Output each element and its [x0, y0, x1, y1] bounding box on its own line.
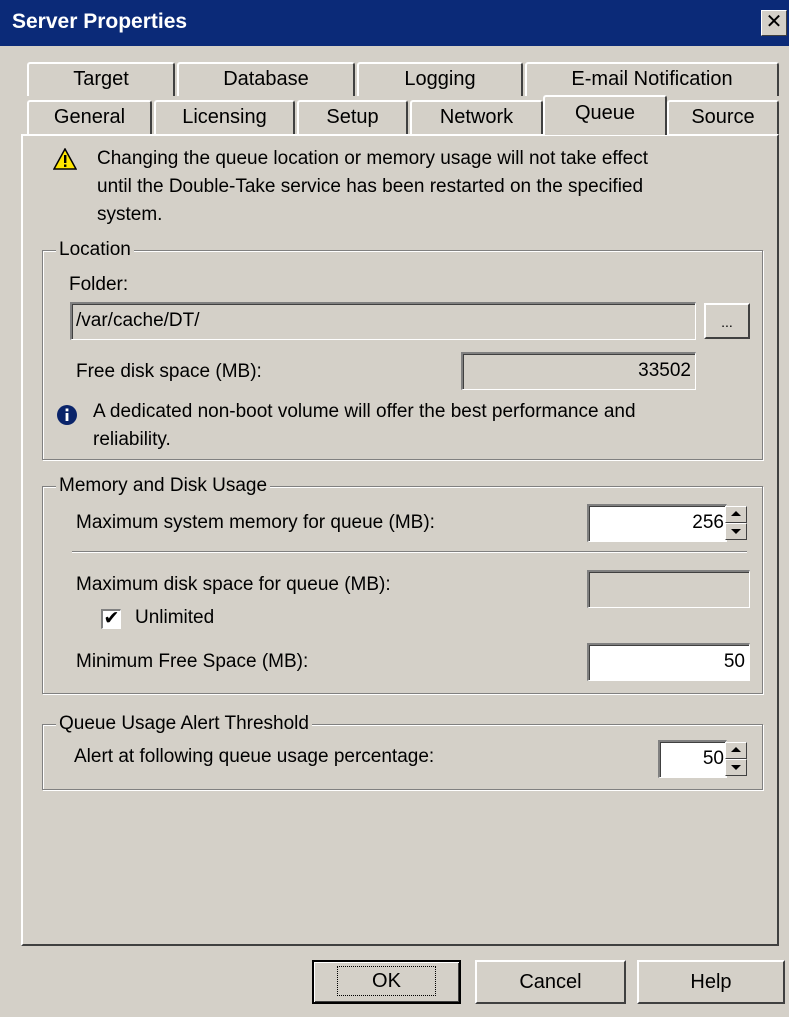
info-icon	[56, 404, 78, 432]
spin-down-button[interactable]	[725, 523, 747, 540]
min-free-space-input[interactable]: 50	[587, 643, 750, 681]
arrow-down-icon	[731, 529, 741, 534]
cancel-button[interactable]: Cancel	[475, 960, 626, 1004]
tab-target[interactable]: Target	[27, 62, 175, 96]
arrow-down-icon	[731, 765, 741, 770]
max-memory-label: Maximum system memory for queue (MB):	[76, 512, 435, 533]
title-bar: Server Properties ✕	[0, 0, 789, 46]
arrow-up-icon	[731, 511, 741, 516]
warning-text-line2: until the Double-Take service has been r…	[97, 176, 644, 197]
warning-text-line1: Changing the queue location or memory us…	[97, 148, 648, 169]
alert-threshold-group-label: Queue Usage Alert Threshold	[56, 713, 312, 735]
tab-logging[interactable]: Logging	[357, 62, 523, 96]
tab-setup[interactable]: Setup	[297, 100, 408, 134]
tab-licensing[interactable]: Licensing	[154, 100, 295, 134]
arrow-up-icon	[731, 747, 741, 752]
ok-button[interactable]: OK	[312, 960, 461, 1004]
warning-icon	[52, 147, 78, 176]
ok-button-label: OK	[337, 966, 436, 996]
max-disk-label: Maximum disk space for queue (MB):	[76, 574, 391, 595]
memory-separator	[72, 551, 747, 553]
spin-down-button[interactable]	[725, 759, 747, 776]
location-group-label: Location	[56, 239, 134, 261]
tab-general[interactable]: General	[27, 100, 152, 134]
queue-panel: Changing the queue location or memory us…	[21, 134, 779, 946]
free-disk-space-label: Free disk space (MB):	[76, 361, 262, 382]
tab-database[interactable]: Database	[177, 62, 355, 96]
browse-button[interactable]: ...	[704, 303, 750, 339]
tab-source[interactable]: Source	[667, 100, 779, 134]
unlimited-label: Unlimited	[135, 607, 215, 628]
min-free-space-label: Minimum Free Space (MB):	[76, 651, 309, 672]
tab-email-notification[interactable]: E-mail Notification	[525, 62, 779, 96]
folder-input[interactable]: /var/cache/DT/	[70, 302, 696, 340]
folder-label: Folder:	[69, 274, 129, 295]
window-title: Server Properties	[12, 10, 188, 33]
alert-percentage-spinner[interactable]	[725, 742, 747, 776]
warning-text-line3: system.	[97, 204, 163, 225]
info-text-line1: A dedicated non-boot volume will offer t…	[93, 401, 636, 422]
spin-up-button[interactable]	[725, 742, 747, 759]
tab-network[interactable]: Network	[410, 100, 543, 134]
help-button[interactable]: Help	[637, 960, 785, 1004]
max-memory-input[interactable]: 256	[587, 504, 727, 542]
alert-percentage-input[interactable]: 50	[658, 740, 727, 778]
close-button[interactable]: ✕	[761, 10, 787, 36]
memory-disk-group-label: Memory and Disk Usage	[56, 475, 271, 497]
tab-queue[interactable]: Queue	[543, 95, 667, 135]
unlimited-checkbox[interactable]: ✔	[101, 609, 121, 629]
free-disk-space-value: 33502	[461, 352, 696, 390]
max-memory-spinner[interactable]	[725, 506, 747, 540]
spin-up-button[interactable]	[725, 506, 747, 523]
max-disk-input[interactable]	[587, 570, 750, 608]
alert-percentage-label: Alert at following queue usage percentag…	[74, 746, 435, 767]
info-text-line2: reliability.	[93, 429, 171, 450]
